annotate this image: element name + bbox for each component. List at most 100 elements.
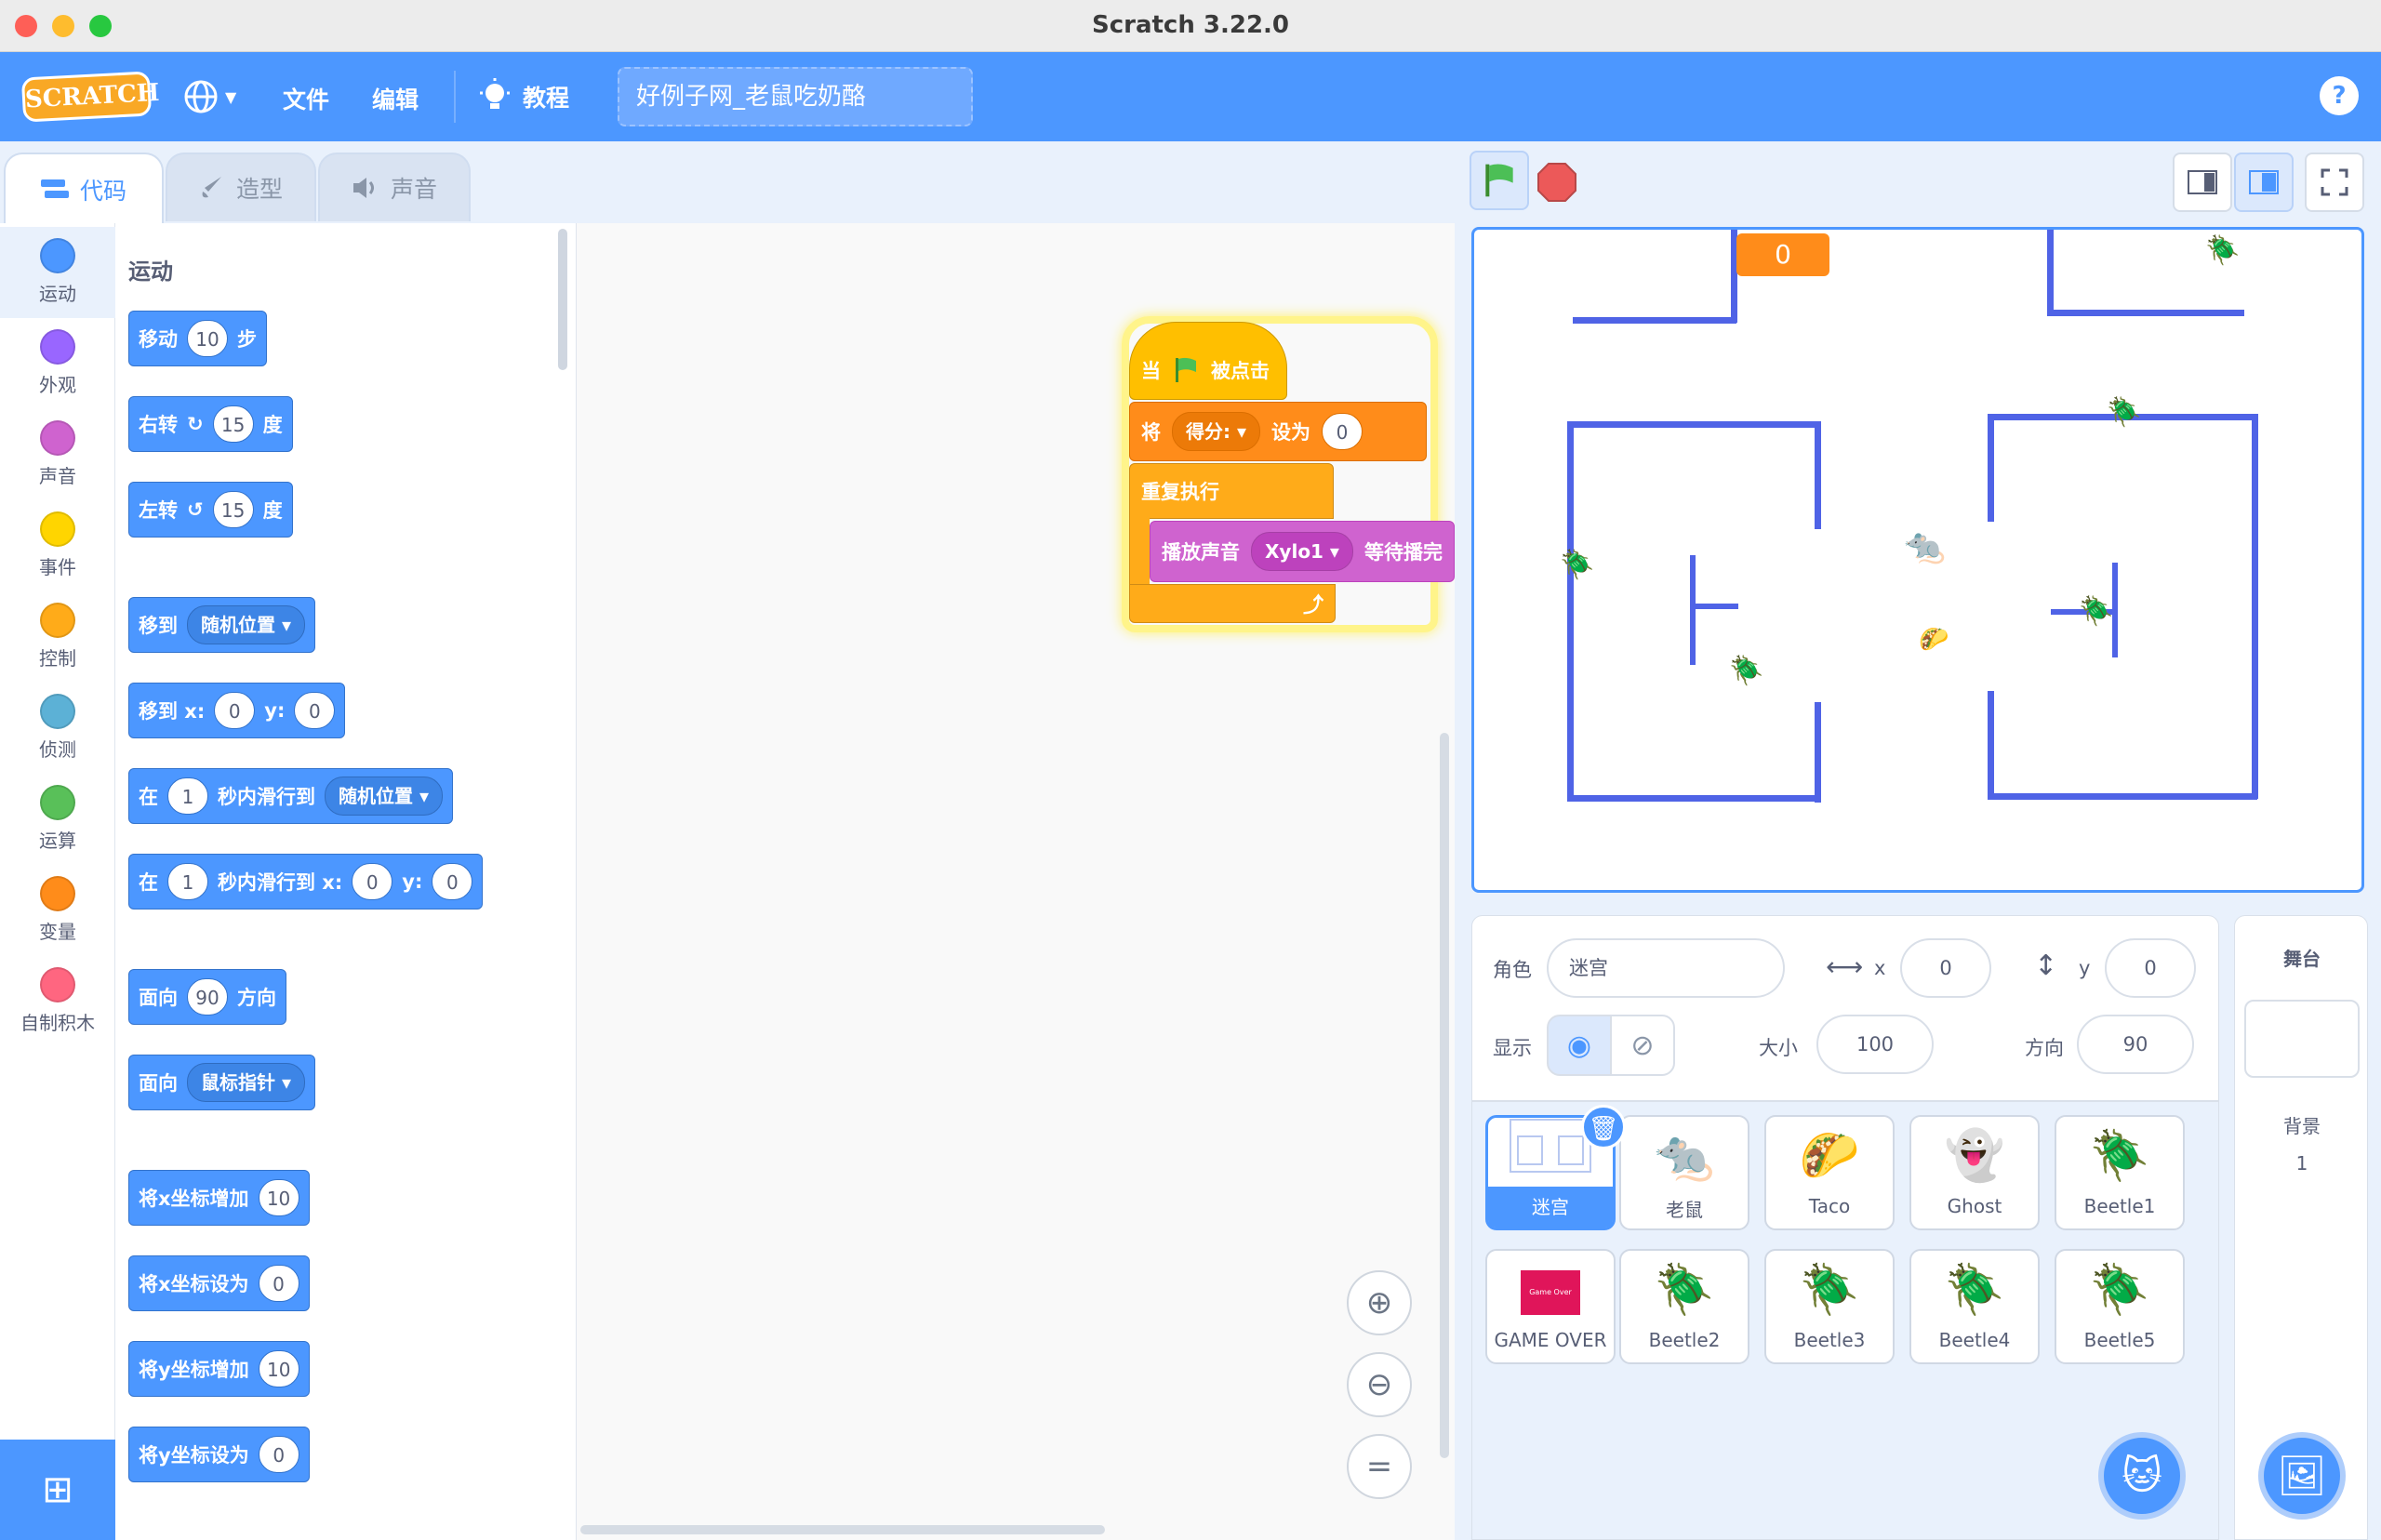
sprite-tile-beetle3[interactable]: 🪲 Beetle3 (1764, 1249, 1895, 1364)
block-input[interactable]: 0 (1322, 413, 1363, 450)
tab-code[interactable]: 代码 (4, 153, 164, 225)
direction-input[interactable]: 90 (2077, 1015, 2194, 1074)
beetle-sprite[interactable]: 🪲 (2079, 598, 2113, 626)
beetle-sprite[interactable]: 🪲 (2107, 399, 2141, 427)
block-dropdown[interactable]: 鼠标指针 ▾ (187, 1063, 306, 1102)
add-extension-button[interactable]: ⊞ (0, 1440, 115, 1540)
category-events[interactable]: 事件 (0, 500, 115, 591)
hide-sprite-button[interactable]: ⊘ (1610, 1015, 1675, 1076)
taco-sprite[interactable]: 🌮 (1919, 626, 1949, 654)
block-turn-right[interactable]: 右转 ↻ 15 度 (128, 396, 293, 452)
sprite-tile-mouse[interactable]: 🐀 老鼠 (1619, 1115, 1749, 1230)
block-move-steps[interactable]: 移动 10 步 (128, 311, 267, 366)
zoom-out-button[interactable]: ⊖ (1347, 1352, 1412, 1417)
block-goto[interactable]: 移到 随机位置 ▾ (128, 597, 316, 653)
delete-sprite-button[interactable]: 🗑 (1581, 1105, 1626, 1149)
block-input[interactable]: 10 (258, 1350, 299, 1387)
block-set-y[interactable]: 将y坐标设为 0 (128, 1427, 310, 1482)
block-input[interactable]: 0 (294, 692, 336, 729)
fullscreen-button[interactable] (2305, 153, 2364, 212)
category-operators[interactable]: 运算 (0, 774, 115, 865)
category-variables[interactable]: 变量 (0, 865, 115, 956)
backdrop-count: 1 (2295, 1152, 2308, 1175)
sprite-tile-beetle1[interactable]: 🪲 Beetle1 (2055, 1115, 2185, 1230)
category-sensing[interactable]: 侦测 (0, 683, 115, 774)
sound-dropdown[interactable]: Xylo1 ▾ (1251, 532, 1353, 571)
backdrop-thumbnail[interactable] (2244, 1000, 2360, 1078)
scratch-logo[interactable]: SCRATCH (20, 71, 160, 123)
zoom-reset-button[interactable]: = (1347, 1434, 1412, 1499)
dropdown-value: Xylo1 (1265, 540, 1324, 563)
forever-block[interactable]: 重复执行 (1129, 463, 1334, 519)
sprite-tile-taco[interactable]: 🌮 Taco (1764, 1115, 1895, 1230)
sprite-tile-beetle5[interactable]: 🪲 Beetle5 (2055, 1249, 2185, 1364)
block-goto-xy[interactable]: 移到 x: 0 y: 0 (128, 683, 346, 738)
block-input[interactable]: 0 (432, 863, 473, 900)
block-set-x[interactable]: 将x坐标设为 0 (128, 1255, 310, 1311)
green-flag-button[interactable] (1470, 151, 1529, 210)
normal-stage-button[interactable] (2234, 153, 2294, 212)
script-horizontal-scrollbar[interactable] (580, 1525, 1105, 1534)
sprite-tile-ghost[interactable]: 👻 Ghost (1909, 1115, 2040, 1230)
block-input[interactable]: 0 (352, 863, 393, 900)
category-sound[interactable]: 声音 (0, 409, 115, 500)
block-input[interactable]: 0 (214, 692, 256, 729)
script-vertical-scrollbar[interactable] (1440, 733, 1449, 1458)
set-variable-block[interactable]: 将得分: ▾ 设为 0 (1129, 402, 1427, 461)
block-point-direction[interactable]: 面向 90 方向 (128, 969, 286, 1025)
beetle-sprite[interactable]: 🪲 (1560, 551, 1594, 579)
menu-file[interactable]: 文件 (283, 82, 329, 115)
beetle-sprite[interactable]: 🪲 (1729, 657, 1763, 685)
block-input[interactable]: 90 (187, 978, 228, 1016)
play-sound-until-done-block[interactable]: 播放声音 Xylo1 ▾ 等待播完 (1150, 521, 1455, 582)
block-input[interactable]: 1 (167, 777, 208, 815)
block-input[interactable]: 0 (258, 1265, 299, 1302)
category-my-blocks[interactable]: 自制积木 (0, 956, 115, 1047)
block-input[interactable]: 1 (167, 863, 208, 900)
sprite-tile-game-over[interactable]: Game Over GAME OVER (1485, 1249, 1616, 1364)
block-input[interactable]: 15 (212, 491, 254, 528)
block-dropdown[interactable]: 随机位置 ▾ (325, 777, 444, 816)
sprite-tile-beetle4[interactable]: 🪲 Beetle4 (1909, 1249, 2040, 1364)
help-icon[interactable]: ? (2320, 76, 2359, 115)
block-input[interactable]: 15 (212, 405, 254, 443)
zoom-in-button[interactable]: ⊕ (1347, 1270, 1412, 1335)
block-glide-to[interactable]: 在 1 秒内滑行到 随机位置 ▾ (128, 768, 454, 824)
beetle-sprite[interactable]: 🪲 (2205, 237, 2240, 265)
block-input[interactable]: 10 (187, 320, 228, 357)
variable-dropdown[interactable]: 得分: ▾ (1172, 412, 1261, 451)
block-dropdown[interactable]: 随机位置 ▾ (187, 605, 306, 644)
choose-backdrop-button[interactable]: 🖼 (2258, 1432, 2346, 1520)
show-sprite-button[interactable]: ◉ (1547, 1015, 1612, 1076)
stage-canvas[interactable]: 0 🪲 🪲 🪲 🪲 🪲 🐀 🌮 (1471, 227, 2364, 893)
mouse-sprite[interactable]: 🐀 (1904, 530, 1946, 564)
block-input[interactable]: 10 (258, 1179, 299, 1216)
block-glide-xy[interactable]: 在 1 秒内滑行到 x: 0 y: 0 (128, 854, 484, 909)
category-control[interactable]: 控制 (0, 591, 115, 683)
tab-sounds[interactable]: 声音 (318, 153, 471, 221)
stop-button[interactable] (1536, 162, 1577, 203)
block-change-x[interactable]: 将x坐标增加 10 (128, 1170, 310, 1226)
sprite-tile-beetle2[interactable]: 🪲 Beetle2 (1619, 1249, 1749, 1364)
y-input[interactable]: 0 (2105, 938, 2196, 998)
block-point-towards[interactable]: 面向 鼠标指针 ▾ (128, 1055, 316, 1110)
category-looks[interactable]: 外观 (0, 318, 115, 409)
palette-scrollbar[interactable] (558, 229, 567, 370)
choose-sprite-button[interactable]: 🐱 (2098, 1432, 2186, 1520)
size-input[interactable]: 100 (1816, 1015, 1934, 1074)
language-menu[interactable]: ▼ (182, 74, 257, 119)
menu-edit[interactable]: 编辑 (372, 82, 419, 115)
when-flag-clicked-block[interactable]: 当 被点击 (1129, 322, 1287, 400)
block-input[interactable]: 0 (258, 1436, 299, 1473)
sprite-name-input[interactable]: 迷宫 (1547, 938, 1785, 998)
block-text: 将y坐标增加 (139, 1359, 249, 1381)
block-turn-left[interactable]: 左转 ↺ 15 度 (128, 482, 293, 538)
menu-tutorials[interactable]: 教程 (478, 78, 569, 115)
project-title-input[interactable]: 好例子网_老鼠吃奶酪 (618, 67, 973, 126)
category-motion[interactable]: 运动 (0, 227, 115, 318)
my-blocks-dot-icon (40, 967, 75, 1002)
block-change-y[interactable]: 将y坐标增加 10 (128, 1341, 310, 1397)
x-input[interactable]: 0 (1900, 938, 1991, 998)
small-stage-button[interactable] (2173, 153, 2232, 212)
tab-costumes[interactable]: 造型 (166, 153, 316, 221)
